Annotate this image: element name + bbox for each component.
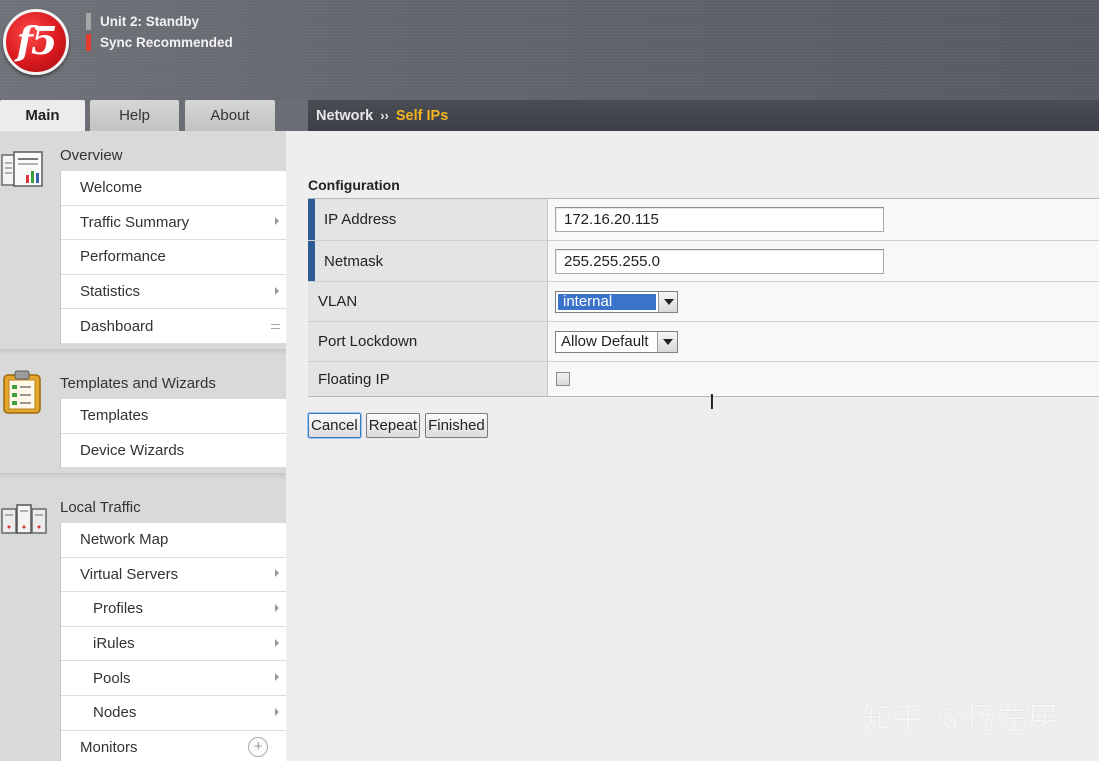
breadcrumb-network[interactable]: Network bbox=[316, 108, 373, 124]
sync-indicator bbox=[86, 34, 91, 51]
sidebar-item-network-map[interactable]: Network Map bbox=[61, 523, 286, 558]
sidebar-item-profiles[interactable]: Profiles bbox=[61, 592, 286, 627]
chevron-right-icon bbox=[275, 217, 279, 226]
form-actions: Cancel Repeat Finished bbox=[308, 413, 488, 438]
ip-address-input[interactable] bbox=[555, 207, 884, 232]
templates-heading[interactable]: Templates and Wizards bbox=[60, 375, 216, 392]
tab-main[interactable]: Main bbox=[0, 100, 85, 131]
chevron-right-icon bbox=[275, 673, 279, 682]
text-cursor-icon: I bbox=[709, 390, 715, 414]
row-netmask: Netmask bbox=[308, 241, 1099, 282]
port-lockdown-select[interactable]: Allow Default bbox=[555, 330, 678, 353]
chevron-right-icon bbox=[275, 569, 279, 578]
vlan-selected-value: internal bbox=[558, 293, 656, 310]
cancel-button[interactable]: Cancel bbox=[308, 413, 361, 438]
row-vlan: VLAN internal bbox=[308, 282, 1099, 322]
sidebar-item-label: Performance bbox=[80, 248, 166, 266]
row-ip-address: IP Address bbox=[308, 199, 1099, 241]
sidebar-item-virtual-servers[interactable]: Virtual Servers bbox=[61, 557, 286, 593]
sidebar-item-label: Dashboard bbox=[80, 317, 154, 335]
chevron-down-icon[interactable] bbox=[657, 331, 677, 352]
sidebar-item-welcome[interactable]: Welcome bbox=[61, 171, 286, 206]
local-traffic-menu: Network Map Virtual Servers Profiles iRu… bbox=[60, 523, 286, 761]
chevron-right-icon bbox=[275, 286, 279, 295]
netmask-cell bbox=[548, 241, 1099, 281]
sidebar-item-nodes[interactable]: Nodes bbox=[61, 695, 286, 731]
vlan-select[interactable]: internal bbox=[555, 290, 678, 313]
sidebar-item-statistics[interactable]: Statistics bbox=[61, 274, 286, 310]
port-lockdown-label: Port Lockdown bbox=[308, 322, 548, 361]
servers-icon bbox=[1, 504, 47, 534]
configuration-table: IP Address Netmask VLAN internal Port Lo… bbox=[308, 198, 1099, 397]
sidebar: Overview Welcome Traffic Summary Perform… bbox=[0, 131, 286, 761]
ip-address-label: IP Address bbox=[308, 199, 548, 240]
sidebar-item-templates[interactable]: Templates bbox=[61, 399, 286, 434]
local-traffic-heading[interactable]: Local Traffic bbox=[60, 499, 141, 516]
chevron-down-icon[interactable] bbox=[657, 291, 677, 312]
watermark-text: 知乎 @杨左屎 bbox=[862, 702, 1059, 737]
ip-address-cell bbox=[548, 199, 1099, 240]
repeat-button[interactable]: Repeat bbox=[365, 413, 421, 438]
tab-help[interactable]: Help bbox=[90, 100, 179, 131]
vlan-cell: internal bbox=[548, 282, 1099, 321]
overview-heading[interactable]: Overview bbox=[60, 147, 123, 164]
sidebar-item-monitors[interactable]: Monitors + bbox=[61, 730, 286, 761]
floating-ip-checkbox[interactable] bbox=[556, 372, 570, 386]
netmask-label: Netmask bbox=[308, 241, 548, 281]
report-icon bbox=[1, 151, 43, 187]
sidebar-item-device-wizards[interactable]: Device Wizards bbox=[61, 433, 286, 469]
sidebar-item-label: Profiles bbox=[93, 600, 144, 618]
floating-ip-cell bbox=[548, 362, 1099, 396]
sidebar-item-traffic-summary[interactable]: Traffic Summary bbox=[61, 205, 286, 241]
unit-status-panel: Unit 2: Standby Sync Recommended bbox=[86, 11, 233, 53]
f5-logo[interactable]: f5 bbox=[3, 9, 69, 75]
chevron-right-icon bbox=[275, 707, 279, 716]
sidebar-item-label: Templates bbox=[80, 407, 149, 425]
main-content: Configuration IP Address Netmask VLAN in… bbox=[286, 131, 1099, 761]
port-lockdown-selected-value: Allow Default bbox=[561, 333, 649, 350]
standby-indicator bbox=[86, 13, 91, 30]
templates-menu: Templates Device Wizards bbox=[60, 399, 286, 469]
sidebar-item-irules[interactable]: iRules bbox=[61, 626, 286, 662]
section-divider bbox=[0, 349, 286, 355]
breadcrumb-separator: ›› bbox=[380, 108, 389, 123]
add-icon[interactable]: + bbox=[248, 737, 268, 758]
sidebar-item-label: Network Map bbox=[80, 531, 169, 549]
sidebar-item-label: Virtual Servers bbox=[80, 565, 179, 583]
configuration-heading: Configuration bbox=[308, 177, 400, 193]
sidebar-item-dashboard[interactable]: Dashboard bbox=[61, 309, 286, 344]
sidebar-item-label: Welcome bbox=[80, 179, 143, 197]
clipboard-icon bbox=[3, 370, 41, 414]
sidebar-item-label: iRules bbox=[93, 635, 135, 653]
chevron-right-icon bbox=[275, 638, 279, 647]
sidebar-item-label: Pools bbox=[93, 669, 131, 687]
sidebar-item-label: Monitors bbox=[80, 738, 138, 756]
overview-menu: Welcome Traffic Summary Performance Stat… bbox=[60, 171, 286, 344]
logo-text: f5 bbox=[16, 17, 58, 63]
row-port-lockdown: Port Lockdown Allow Default bbox=[308, 322, 1099, 362]
section-divider bbox=[0, 473, 286, 479]
sidebar-item-label: Statistics bbox=[80, 283, 141, 301]
sidebar-item-label: Device Wizards bbox=[80, 441, 185, 459]
sync-status-text[interactable]: Sync Recommended bbox=[100, 35, 233, 50]
sidebar-item-label: Nodes bbox=[93, 704, 137, 722]
breadcrumb: Network ›› Self IPs bbox=[308, 100, 1099, 131]
tab-about[interactable]: About bbox=[185, 100, 275, 131]
finished-button[interactable]: Finished bbox=[425, 413, 488, 438]
list-icon bbox=[271, 324, 280, 330]
sidebar-item-label: Traffic Summary bbox=[80, 213, 190, 231]
vlan-label: VLAN bbox=[308, 282, 548, 321]
floating-ip-label: Floating IP bbox=[308, 362, 548, 396]
chevron-right-icon bbox=[275, 603, 279, 612]
unit-status-text: Unit 2: Standby bbox=[100, 14, 200, 29]
sidebar-item-pools[interactable]: Pools bbox=[61, 661, 286, 696]
netmask-input[interactable] bbox=[555, 248, 884, 274]
port-lockdown-cell: Allow Default bbox=[548, 322, 1099, 361]
row-floating-ip: Floating IP bbox=[308, 362, 1099, 396]
sidebar-item-performance[interactable]: Performance bbox=[61, 240, 286, 275]
breadcrumb-self-ips: Self IPs bbox=[395, 107, 449, 124]
